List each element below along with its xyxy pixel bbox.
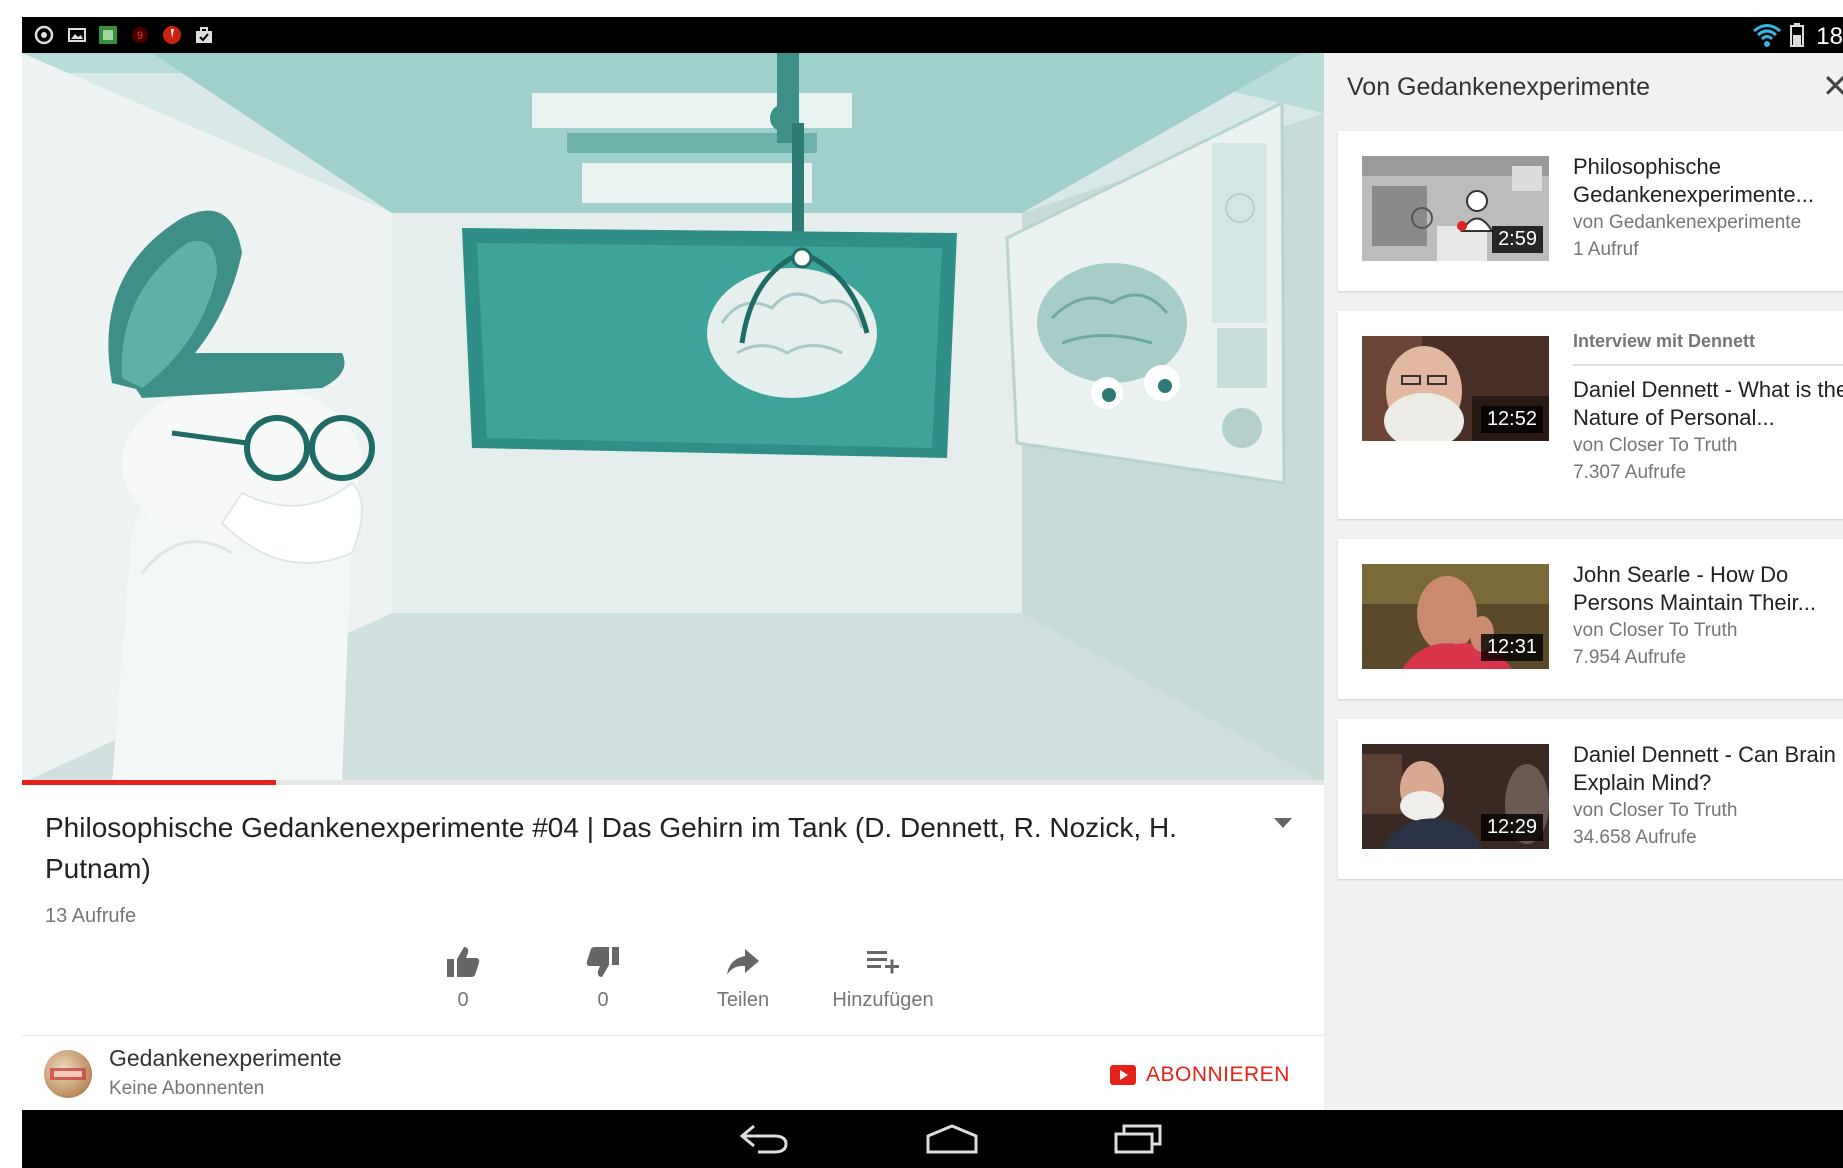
video-card-meta: Daniel Dennett - Can Brain Explain Mind?… <box>1573 741 1843 851</box>
alert-icon <box>163 26 181 44</box>
status-bar: 9 18 <box>22 17 1843 53</box>
share-button[interactable]: Teilen <box>673 945 813 1012</box>
expand-description-icon[interactable] <box>1274 818 1292 828</box>
dislike-button[interactable]: 0 <box>533 945 673 1012</box>
video-duration: 12:29 <box>1480 814 1543 841</box>
video-title: Philosophische Gedankenexperimente #04 |… <box>45 812 1177 884</box>
back-icon[interactable] <box>738 1122 790 1156</box>
video-card-channel: von Gedankenexperimente <box>1573 212 1802 233</box>
video-info-panel: Philosophische Gedankenexperimente #04 |… <box>22 785 1324 1110</box>
video-card[interactable]: 2:59 Philosophische Gedankenexperimente.… <box>1338 131 1843 291</box>
add-to-playlist-button[interactable]: Hinzufügen <box>813 945 953 1012</box>
video-card-meta: Interview mit Dennett Daniel Dennett - W… <box>1573 331 1843 486</box>
video-thumbnail[interactable]: 2:59 <box>1362 156 1549 261</box>
channel-subscriber-count: Keine Abonnenten <box>109 1078 265 1099</box>
screen-border-top <box>0 0 1843 17</box>
add-label: Hinzufügen <box>832 989 934 1011</box>
wifi-icon <box>1753 24 1781 47</box>
close-icon[interactable]: ✕ <box>1822 67 1843 105</box>
video-card[interactable]: 12:52 Interview mit Dennett Daniel Denne… <box>1338 311 1843 519</box>
app-window: 9 18 Philosophische Gedankenexperimente … <box>0 0 1843 1168</box>
channel-name[interactable]: Gedankenexperimente <box>109 1045 342 1072</box>
notification-icon: 9 <box>132 27 148 43</box>
thumbs-up-icon <box>447 947 480 977</box>
like-count: 0 <box>457 989 469 1011</box>
panel-header: Von Gedankenexperimente <box>1347 73 1650 101</box>
video-card-channel: von Closer To Truth <box>1573 620 1738 641</box>
share-label: Teilen <box>716 989 770 1011</box>
circle-icon <box>34 25 54 45</box>
video-card-channel: von Closer To Truth <box>1573 800 1738 821</box>
image-icon <box>68 28 86 42</box>
video-card-title: Daniel Dennett - Can Brain Explain Mind? <box>1573 742 1836 795</box>
video-card-channel: von Closer To Truth <box>1573 435 1738 456</box>
subscribe-label: ABONNIEREN <box>1146 1063 1290 1086</box>
video-thumbnail[interactable]: 12:52 <box>1362 336 1549 441</box>
video-card-title: Philosophische Gedankenexperimente... <box>1573 154 1814 207</box>
system-nav-bar <box>22 1110 1843 1168</box>
video-card-views: 7.307 Aufrufe <box>1573 462 1687 483</box>
screen-border-left <box>0 0 22 1168</box>
status-time: 18 <box>1816 23 1843 50</box>
video-card-meta: John Searle - How Do Persons Maintain Th… <box>1573 561 1843 671</box>
view-count: 13 Aufrufe <box>45 905 137 927</box>
battery-icon <box>1790 23 1804 47</box>
video-card-meta: Philosophische Gedankenexperimente... vo… <box>1573 153 1843 263</box>
recents-icon[interactable] <box>1112 1122 1164 1156</box>
video-frame <box>22 53 1324 783</box>
svg-text:9: 9 <box>137 30 143 42</box>
dislike-count: 0 <box>597 989 609 1011</box>
video-card-views: 7.954 Aufrufe <box>1573 647 1687 668</box>
share-icon <box>727 949 759 975</box>
video-duration: 2:59 <box>1492 226 1543 253</box>
video-card-views: 1 Aufruf <box>1573 239 1639 260</box>
home-icon[interactable] <box>924 1122 980 1156</box>
playlist-label: Interview mit Dennett <box>1573 331 1843 366</box>
video-duration: 12:31 <box>1480 634 1543 661</box>
briefcase-icon <box>196 27 212 43</box>
video-thumbnail[interactable]: 12:29 <box>1362 744 1549 849</box>
video-card-title: John Searle - How Do Persons Maintain Th… <box>1573 562 1816 615</box>
video-card-title: Daniel Dennett - What is the Nature of P… <box>1573 377 1843 430</box>
video-card[interactable]: 12:29 Daniel Dennett - Can Brain Explain… <box>1338 719 1843 879</box>
video-player[interactable] <box>22 53 1324 783</box>
avatar-image <box>50 1068 86 1080</box>
subscribe-button[interactable]: ABONNIEREN <box>1110 1063 1290 1087</box>
video-duration: 12:52 <box>1480 406 1543 433</box>
playlist-add-icon <box>867 951 899 974</box>
youtube-play-icon <box>1110 1065 1136 1085</box>
app-icon <box>99 26 117 44</box>
related-videos-panel: Von Gedankenexperimente ✕ 2:59 Philosoph… <box>1324 53 1843 1110</box>
video-card-views: 34.658 Aufrufe <box>1573 827 1697 848</box>
channel-avatar[interactable] <box>44 1050 92 1098</box>
channel-divider <box>22 1035 1324 1036</box>
video-card[interactable]: 12:31 John Searle - How Do Persons Maint… <box>1338 539 1843 699</box>
video-thumbnail[interactable]: 12:31 <box>1362 564 1549 669</box>
thumbs-down-icon <box>586 947 619 977</box>
like-button[interactable]: 0 <box>393 945 533 1012</box>
